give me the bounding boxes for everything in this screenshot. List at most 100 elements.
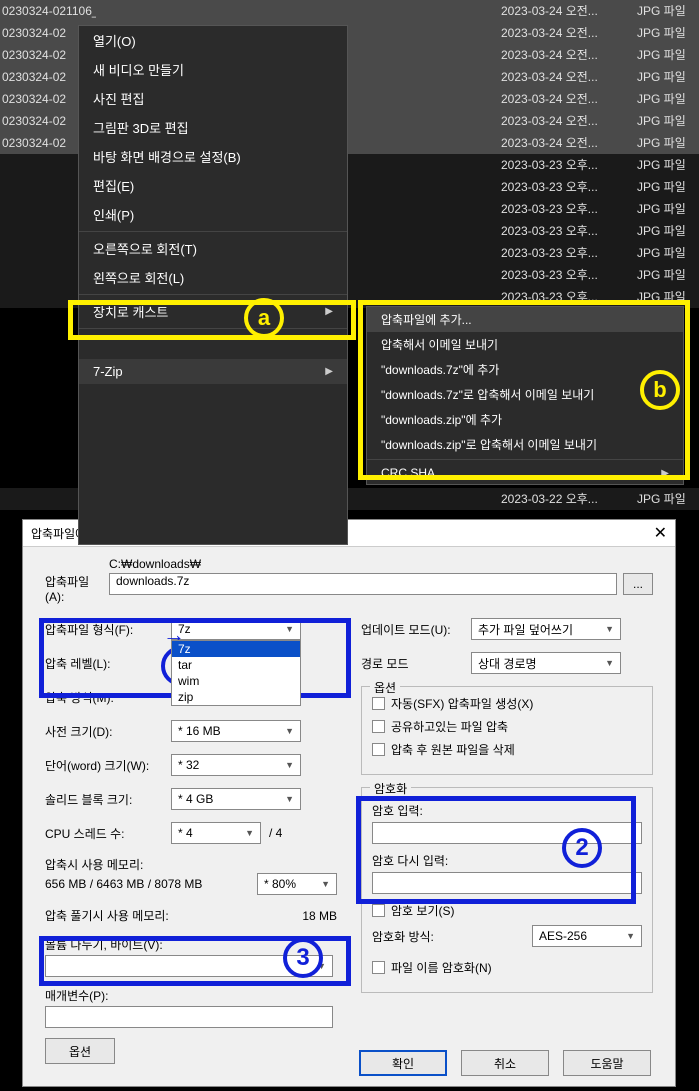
format-combo[interactable]: 7z ▼	[171, 618, 301, 640]
chevron-right-icon: ▶	[661, 468, 669, 479]
format-option-zip[interactable]: zip	[172, 689, 300, 705]
enc-method-combo[interactable]: AES-256 ▼	[532, 925, 642, 947]
sfx-label: 자동(SFX) 압축파일 생성(X)	[391, 695, 533, 712]
pathmode-label: 경로 모드	[361, 655, 471, 672]
encryption-fieldset: 암호화 2 암호 입력: 암호 다시 입력: 암호 보기(S) 암호화 방식: …	[361, 787, 653, 993]
file-date: 2023-03-23 오후...	[493, 242, 629, 264]
file-type: JPG 파일	[629, 286, 699, 308]
share-checkbox[interactable]	[372, 720, 385, 733]
delete-checkbox[interactable]	[372, 743, 385, 756]
annotation-circle-b: b	[640, 370, 680, 410]
chevron-down-icon: ▼	[321, 879, 330, 889]
file-date: 2023-03-23 오후...	[493, 286, 629, 308]
file-name: 0230324-021106_KakaoTalk.jpg	[0, 0, 96, 22]
update-label: 업데이트 모드(U):	[361, 621, 471, 638]
menu-7zip[interactable]: 7-Zip▶	[79, 359, 347, 384]
mem-percent-combo[interactable]: * 80% ▼	[257, 873, 337, 895]
7zip-submenu: 압축파일에 추가... 압축해서 이메일 보내기 "downloads.7z"에…	[366, 306, 684, 485]
dict-combo[interactable]: * 16 MB ▼	[171, 720, 301, 742]
format-dropdown-list: 7z tar wim zip	[171, 640, 301, 706]
menu-rotate-left[interactable]: 왼쪽으로 회전(L)	[79, 263, 347, 292]
menu-print[interactable]: 인쇄(P)	[79, 200, 347, 229]
chevron-down-icon: ▼	[285, 624, 294, 634]
cpu-max: / 4	[269, 826, 282, 840]
submenu-zip-email[interactable]: "downloads.zip"로 압축해서 이메일 보내기	[367, 432, 683, 457]
file-type: JPG 파일	[629, 22, 699, 44]
sfx-checkbox[interactable]	[372, 697, 385, 710]
show-password-checkbox[interactable]	[372, 904, 385, 917]
chevron-down-icon: ▼	[285, 794, 294, 804]
share-label: 공유하고있는 파일 압축	[391, 718, 508, 735]
chevron-down-icon: ▼	[605, 624, 614, 634]
menu-edit-photo[interactable]: 사진 편집	[79, 84, 347, 113]
archive-path-label: 압축파일(A):	[45, 557, 101, 604]
ok-button[interactable]: 확인	[359, 1050, 447, 1076]
options-legend: 옵션	[370, 679, 400, 696]
file-type: JPG 파일	[629, 220, 699, 242]
menu-open[interactable]: 열기(O)	[79, 26, 347, 55]
archive-name-combo[interactable]: downloads.7z	[109, 573, 617, 595]
submenu-7z-email[interactable]: "downloads.7z"로 압축해서 이메일 보내기	[367, 382, 683, 407]
help-button[interactable]: 도움말	[563, 1050, 651, 1076]
file-date: 2023-03-24 오전...	[493, 88, 629, 110]
password2-input[interactable]	[372, 872, 642, 894]
submenu-add-7z[interactable]: "downloads.7z"에 추가	[367, 357, 683, 382]
close-button[interactable]: ✕	[654, 523, 667, 543]
format-option-tar[interactable]: tar	[172, 657, 300, 673]
archive-name-value: downloads.7z	[116, 574, 189, 588]
file-type: JPG 파일	[629, 110, 699, 132]
format-label: 압축파일 형식(F):	[45, 621, 171, 638]
menu-edit[interactable]: 편집(E)	[79, 171, 347, 200]
browse-button[interactable]: ...	[623, 573, 653, 595]
submenu-add-archive[interactable]: 압축파일에 추가...	[367, 307, 683, 332]
encrypt-filenames-label: 파일 이름 암호화(N)	[391, 959, 492, 976]
param-input[interactable]	[45, 1006, 333, 1028]
dict-label: 사전 크기(D):	[45, 723, 171, 740]
file-date: 2023-03-24 오전...	[493, 132, 629, 154]
format-option-wim[interactable]: wim	[172, 673, 300, 689]
update-value: 추가 파일 덮어쓰기	[478, 621, 573, 638]
options-fieldset: 옵션 자동(SFX) 압축파일 생성(X) 공유하고있는 파일 압축 압축 후 …	[361, 686, 653, 775]
show-password-label: 암호 보기(S)	[391, 902, 455, 919]
dict-value: * 16 MB	[178, 724, 221, 738]
submenu-crc-sha[interactable]: CRC SHA▶	[367, 462, 683, 484]
file-type: JPG 파일	[629, 44, 699, 66]
file-row[interactable]: 0230324-021106_KakaoTalk.jpg2023-03-24 오…	[0, 0, 699, 22]
pathmode-combo[interactable]: 상대 경로명 ▼	[471, 652, 621, 674]
archive-folder-text: C:₩downloads₩	[109, 557, 653, 571]
mem-decompress-value: 18 MB	[302, 909, 337, 923]
mem-compress-label: 압축시 사용 메모리:	[45, 856, 337, 873]
annotation-circle-a: a	[244, 298, 284, 338]
file-date: 2023-03-24 오전...	[493, 22, 629, 44]
word-combo[interactable]: * 32 ▼	[171, 754, 301, 776]
file-date: 2023-03-23 오후...	[493, 154, 629, 176]
level-label: 압축 레벨(L):	[45, 655, 171, 672]
menu-wallpaper[interactable]: 바탕 화면 배경으로 설정(B)	[79, 142, 347, 171]
menu-separator	[367, 459, 683, 460]
encrypt-filenames-checkbox[interactable]	[372, 961, 385, 974]
chevron-right-icon: ▶	[325, 306, 333, 317]
file-date: 2023-03-24 오전...	[493, 44, 629, 66]
format-option-7z[interactable]: 7z	[172, 641, 300, 657]
password2-label: 암호 다시 입력:	[372, 852, 642, 869]
menu-cast[interactable]: 장치로 캐스트▶	[79, 297, 347, 326]
menu-new-video[interactable]: 새 비디오 만들기	[79, 55, 347, 84]
annotation-circle-2: 2	[562, 828, 602, 868]
file-type: JPG 파일	[629, 154, 699, 176]
menu-separator	[79, 294, 347, 295]
left-column: → 1 압축파일 형식(F): 7z ▼ 7z tar	[45, 618, 337, 1064]
chevron-right-icon: ▶	[325, 366, 333, 377]
menu-rotate-right[interactable]: 오른쪽으로 회전(T)	[79, 234, 347, 263]
file-type: JPG 파일	[629, 132, 699, 154]
chevron-down-icon: ▼	[626, 931, 635, 941]
password-input[interactable]	[372, 822, 642, 844]
update-combo[interactable]: 추가 파일 덮어쓰기 ▼	[471, 618, 621, 640]
menu-paint3d[interactable]: 그림판 3D로 편집	[79, 113, 347, 142]
cancel-button[interactable]: 취소	[461, 1050, 549, 1076]
submenu-compress-email[interactable]: 압축해서 이메일 보내기	[367, 332, 683, 357]
file-date: 2023-03-23 오후...	[493, 176, 629, 198]
submenu-add-zip[interactable]: "downloads.zip"에 추가	[367, 407, 683, 432]
cpu-combo[interactable]: * 4 ▼	[171, 822, 261, 844]
word-value: * 32	[178, 758, 199, 772]
solid-combo[interactable]: * 4 GB ▼	[171, 788, 301, 810]
